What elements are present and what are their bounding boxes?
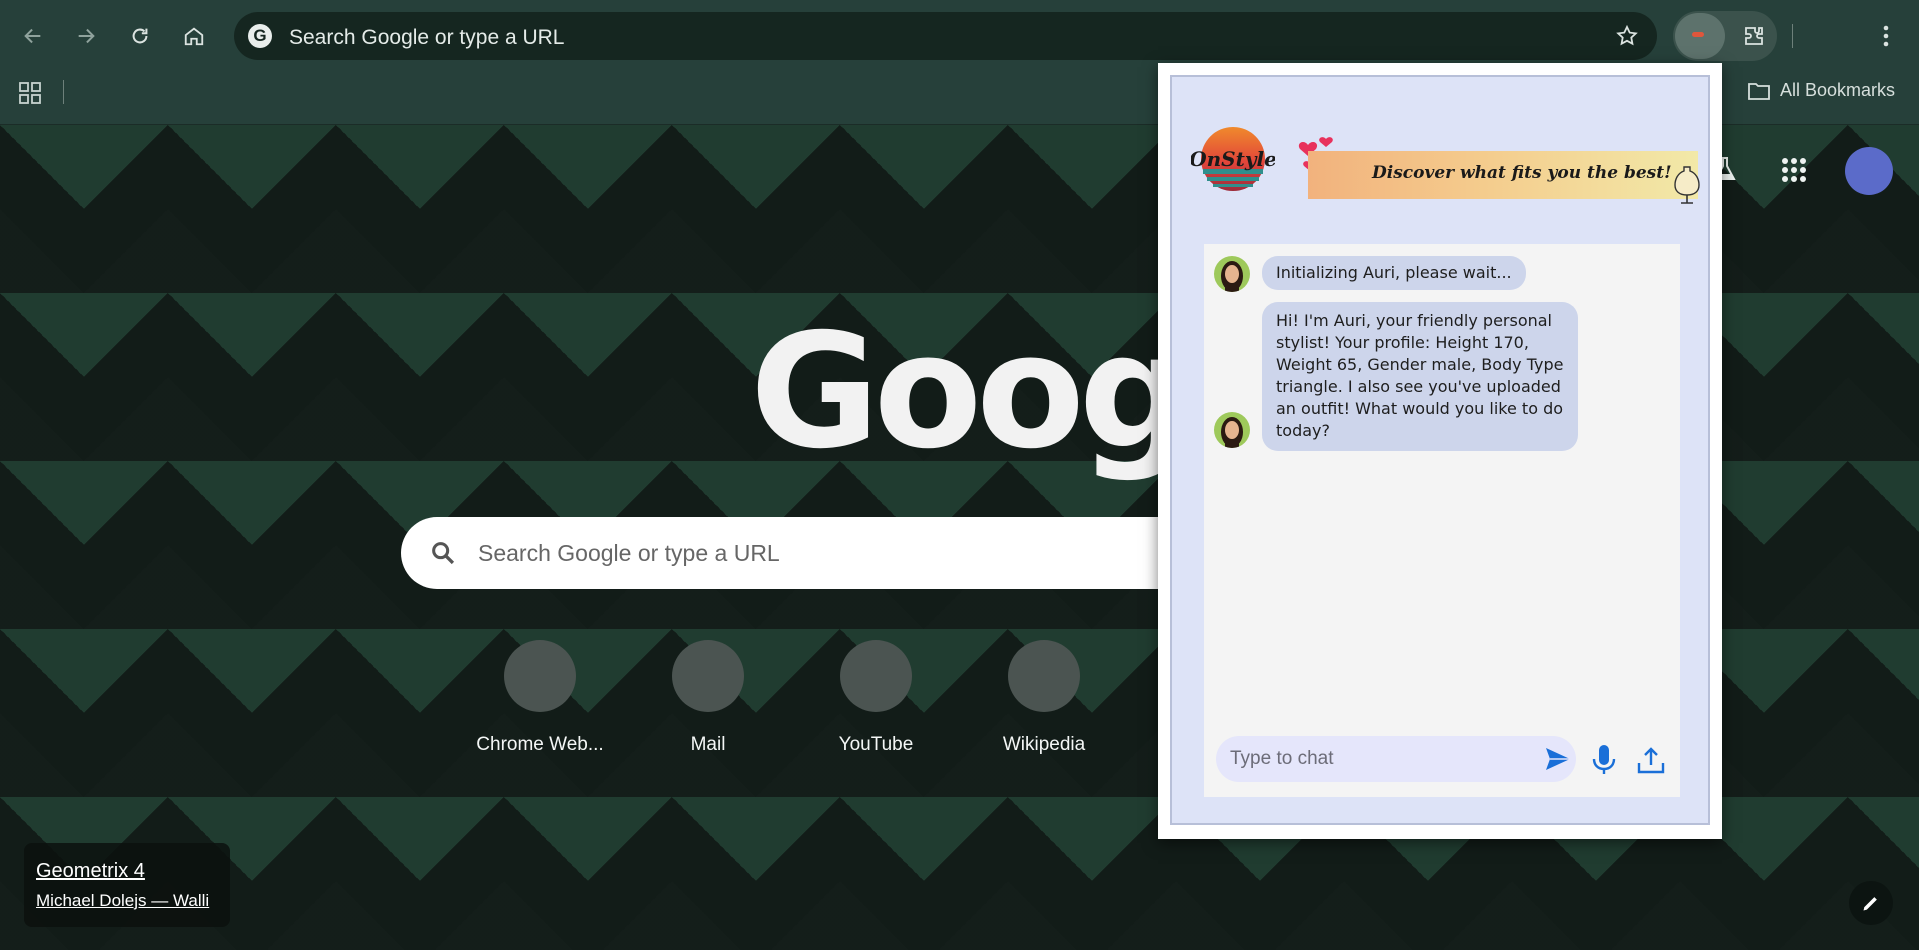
shortcut-icon [1008, 640, 1080, 712]
google-g-icon: G [248, 24, 272, 48]
omnibox[interactable]: G Search Google or type a URL [234, 12, 1657, 60]
home-icon [184, 27, 204, 46]
extensions-button[interactable] [1736, 18, 1772, 54]
pencil-icon [1863, 897, 1877, 911]
banner-text: Discover what fits you the best! [1372, 163, 1672, 183]
logo-text: OnStyle [1191, 147, 1275, 171]
apps-shortcut-button[interactable] [18, 81, 42, 110]
send-icon[interactable] [1544, 746, 1572, 772]
shortcut-label: Chrome Web... [476, 734, 604, 755]
home-button[interactable] [176, 18, 212, 54]
shortcut-chrome-web-store[interactable]: Chrome Web... [470, 640, 610, 756]
omnibox-placeholder: Search Google or type a URL [289, 26, 565, 49]
ntp-search-placeholder: Search Google or type a URL [478, 540, 780, 566]
shortcut-wikipedia[interactable]: Wikipedia [974, 640, 1114, 756]
shortcut-label: Mail [690, 734, 726, 755]
upload-icon[interactable] [1636, 745, 1666, 775]
popup-content: OnStyle Discover what fits you the best!… [1170, 75, 1710, 825]
attribution-author-link[interactable]: Michael Dolejs — Walli [36, 891, 209, 911]
toolbar-divider [1792, 24, 1793, 48]
chrome-menu-button[interactable] [1868, 18, 1904, 54]
star-icon [1616, 24, 1638, 46]
chat-input[interactable]: Type to chat [1216, 736, 1576, 782]
tagline-banner: Discover what fits you the best! [1308, 151, 1698, 199]
kebab-menu-icon [1883, 25, 1889, 47]
apps-grid-icon [19, 82, 41, 104]
google-apps-icon [1782, 158, 1806, 182]
customize-chrome-button[interactable] [1849, 881, 1893, 925]
back-button[interactable] [15, 18, 51, 54]
bot-avatar [1214, 256, 1250, 292]
all-bookmarks-button[interactable]: All Bookmarks [1748, 80, 1895, 101]
bot-avatar [1214, 412, 1250, 448]
attribution-title-link[interactable]: Geometrix 4 [36, 860, 145, 883]
microphone-icon[interactable] [1590, 743, 1618, 777]
back-arrow-icon [24, 28, 41, 44]
reload-icon [132, 28, 148, 44]
shortcut-icon [504, 640, 576, 712]
chat-area: Initializing Auri, please wait... Hi! I'… [1204, 244, 1680, 797]
shortcut-label: Wikipedia [1002, 734, 1086, 755]
search-icon [432, 542, 455, 565]
reload-button[interactable] [122, 18, 158, 54]
shortcut-icon [672, 640, 744, 712]
folder-icon [1748, 82, 1770, 100]
bookmark-star-button[interactable] [1615, 24, 1639, 53]
puzzle-icon [1745, 27, 1763, 45]
chat-message-bot: Initializing Auri, please wait... [1262, 256, 1526, 290]
shortcut-label: YouTube [838, 734, 914, 755]
forward-button[interactable] [68, 18, 104, 54]
forward-arrow-icon [78, 28, 95, 44]
bookmarks-divider [63, 80, 64, 104]
shortcut-icon [840, 640, 912, 712]
auri-avatar-icon [1221, 417, 1243, 448]
chat-message-bot: Hi! I'm Auri, your friendly personal sty… [1262, 302, 1578, 451]
account-avatar[interactable] [1845, 147, 1893, 195]
shortcut-mail[interactable]: Mail [638, 640, 778, 756]
background-attribution: Geometrix 4 Michael Dolejs — Walli [24, 843, 230, 927]
all-bookmarks-label: All Bookmarks [1780, 80, 1896, 100]
onstyle-extension-popup: OnStyle Discover what fits you the best!… [1158, 63, 1722, 839]
shortcut-youtube[interactable]: YouTube [806, 640, 946, 756]
onstyle-logo: OnStyle [1191, 127, 1275, 191]
onstyle-extension-icon [1692, 32, 1704, 37]
mannequin-icon [1674, 166, 1700, 204]
auri-avatar-icon [1221, 261, 1243, 292]
google-apps-button[interactable] [1781, 157, 1807, 188]
chat-input-placeholder: Type to chat [1230, 748, 1334, 769]
